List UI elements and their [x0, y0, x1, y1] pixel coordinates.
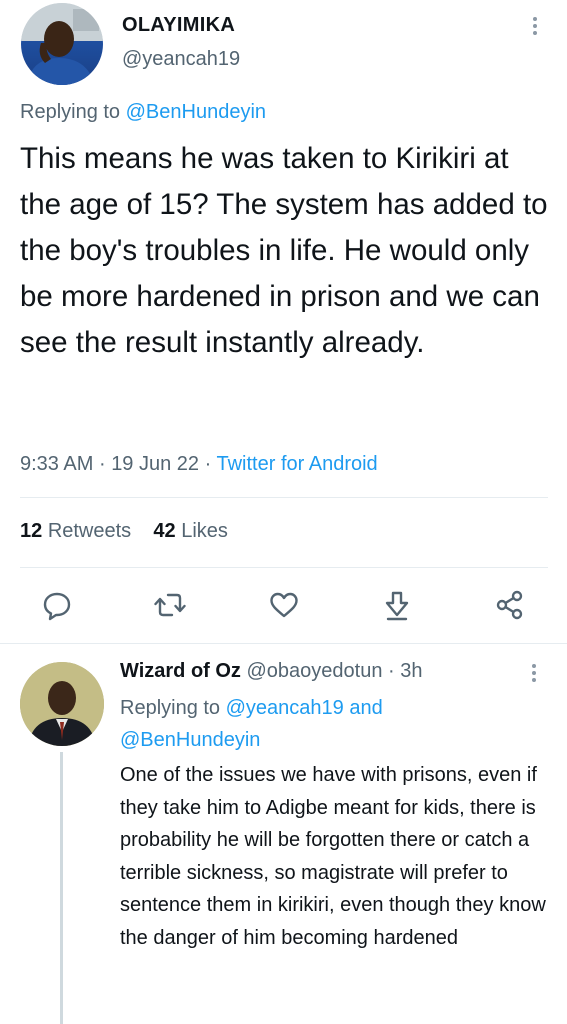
- meta-separator: ·: [98, 453, 106, 475]
- reply-header: Wizard of Oz @obaoyedotun · 3h: [120, 660, 423, 683]
- reply-icon[interactable]: [41, 588, 73, 622]
- likes-stat[interactable]: 42 Likes: [153, 520, 228, 542]
- download-icon[interactable]: [381, 588, 413, 622]
- reply-author-handle[interactable]: @obaoyedotun: [247, 660, 383, 682]
- replying-to-prefix: Replying to: [20, 101, 121, 123]
- divider: [20, 497, 548, 498]
- tweet-date[interactable]: 19 Jun 22: [111, 453, 199, 475]
- likes-label: Likes: [181, 520, 228, 542]
- author-handle[interactable]: @yeancah19: [122, 48, 240, 71]
- tweet-time[interactable]: 9:33 AM: [20, 453, 93, 475]
- reply-author-name[interactable]: Wizard of Oz: [120, 660, 241, 682]
- replying-to-link[interactable]: @yeancah19: [226, 697, 344, 719]
- section-divider: [0, 643, 567, 644]
- reply-text: One of the issues we have with prisons, …: [120, 764, 546, 949]
- reply-time[interactable]: 3h: [400, 660, 422, 682]
- retweet-icon[interactable]: [154, 588, 186, 622]
- meta-separator: ·: [204, 453, 212, 475]
- meta-separator: ·: [388, 660, 395, 682]
- retweets-count: 12: [20, 520, 43, 542]
- tweet-meta: 9:33 AM · 19 Jun 22 · Twitter for Androi…: [20, 453, 378, 476]
- more-options-icon[interactable]: [529, 15, 541, 37]
- more-options-icon[interactable]: [528, 662, 540, 684]
- tweet-stats: 12 Retweets 42 Likes: [20, 520, 228, 543]
- replying-to-prefix: Replying to: [120, 697, 221, 719]
- replying-to-conjunction[interactable]: and: [349, 697, 382, 719]
- reply-replying-to: Replying to @yeancah19 and @BenHundeyin: [120, 692, 450, 756]
- author-avatar[interactable]: [21, 3, 103, 85]
- reply-author-avatar[interactable]: [20, 662, 104, 746]
- retweets-label: Retweets: [47, 520, 132, 542]
- thread-line: [60, 752, 63, 1024]
- replying-to-link[interactable]: @BenHundeyin: [126, 101, 266, 123]
- retweets-stat[interactable]: 12 Retweets: [20, 520, 131, 542]
- replying-to-link[interactable]: @BenHundeyin: [120, 729, 260, 751]
- author-name[interactable]: OLAYIMIKA: [122, 14, 235, 37]
- tweet-source[interactable]: Twitter for Android: [216, 453, 377, 475]
- divider: [20, 567, 548, 568]
- like-icon[interactable]: [268, 588, 300, 622]
- tweet-text: This means he was taken to Kirikiri at t…: [20, 142, 548, 359]
- replying-to: Replying to @BenHundeyin: [20, 101, 266, 124]
- share-icon[interactable]: [494, 588, 526, 622]
- likes-count: 42: [153, 520, 176, 542]
